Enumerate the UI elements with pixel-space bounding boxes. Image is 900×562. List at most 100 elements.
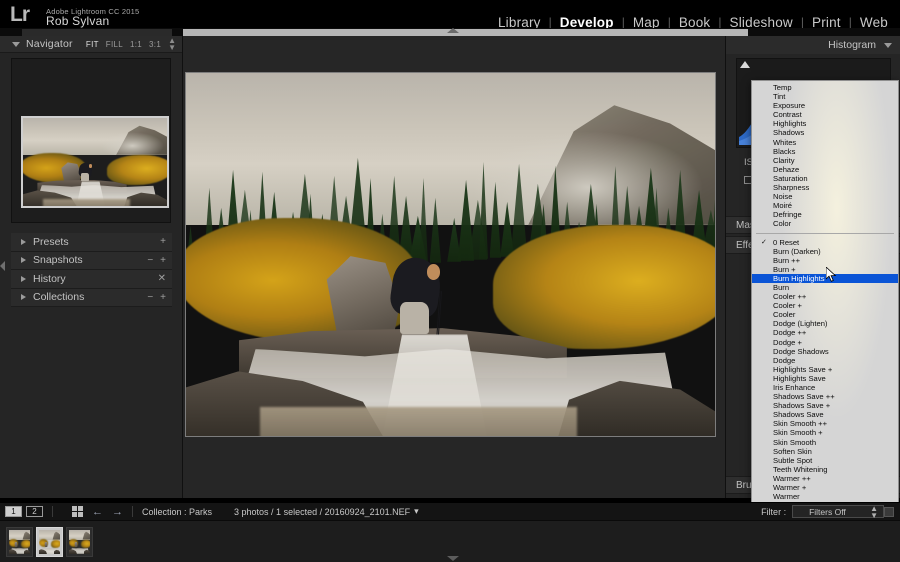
menu-item[interactable]: Iris Enhance [752,383,898,392]
navigator-header[interactable]: Navigator FIT FILL 1:1 3:1 ▲ ▼ [0,36,182,53]
menu-item[interactable]: Dehaze [752,165,898,174]
menu-item[interactable]: Highlights [752,119,898,128]
menu-item[interactable]: ✓ 0 Reset [752,238,898,247]
grid-view-icon[interactable] [72,506,83,517]
menu-item[interactable]: Clarity [752,156,898,165]
filmstrip-thumbnail[interactable] [6,526,33,557]
menu-item[interactable]: Skin Smooth ++ [752,419,898,428]
menu-item[interactable]: Temp [752,83,898,92]
forward-arrow-icon[interactable]: → [112,506,123,518]
menu-separator [756,232,894,234]
menu-item[interactable]: Burn ++ [752,256,898,265]
remove-icon[interactable]: − [147,255,153,266]
left-panel-collapse-arrow[interactable] [0,261,6,281]
menu-item[interactable]: Shadows Save ++ [752,392,898,401]
menu-item[interactable]: Tint [752,92,898,101]
top-panel-toggle-icon[interactable] [447,28,459,33]
menu-item-label: Burn (Darken) [773,246,821,256]
menu-item[interactable]: Warmer [752,492,898,501]
histogram-header[interactable]: Histogram [726,36,900,54]
navigator-thumbnail[interactable] [21,116,169,208]
left-section-snapshots[interactable]: Snapshots − + [11,251,172,270]
chevron-down-icon[interactable] [12,41,20,47]
left-section-history[interactable]: History ✕ [11,270,172,289]
menu-item-label: Cooler [773,310,796,320]
chevron-right-icon[interactable] [21,238,26,245]
menu-item[interactable]: Cooler [752,310,898,319]
menu-item[interactable]: Contrast [752,110,898,119]
navigator-zoom-1-1[interactable]: 1:1 [130,40,142,49]
menu-item[interactable]: Skin Smooth + [752,428,898,437]
menu-item[interactable]: Skin Smooth [752,438,898,447]
menu-item[interactable]: Blacks [752,147,898,156]
navigator-zoom-fill[interactable]: FILL [106,40,123,49]
menu-item[interactable]: Shadows Save + [752,401,898,410]
menu-item[interactable]: Sharpness [752,183,898,192]
filter-lock-icon[interactable] [884,506,894,517]
menu-item[interactable]: Dodge ++ [752,328,898,337]
menu-item[interactable]: Cooler + [752,301,898,310]
chevron-down-icon[interactable] [884,42,892,48]
left-section-controls[interactable]: + [160,236,166,247]
left-section-collections[interactable]: Collections − + [11,288,172,307]
menu-item[interactable]: Teeth Whitening [752,465,898,474]
menu-item[interactable]: Burn Highlights [752,273,898,283]
left-panel: Navigator FIT FILL 1:1 3:1 ▲ ▼ Presets + Snapsh… [0,36,183,529]
filmstrip-thumbnail[interactable] [36,526,63,557]
menu-item[interactable]: Moiré [752,201,898,210]
clear-icon[interactable]: ✕ [158,273,166,284]
chevron-right-icon[interactable] [21,257,26,264]
collection-label[interactable]: Collection : Parks [142,507,212,517]
menu-item[interactable]: Defringe [752,210,898,219]
add-icon[interactable]: + [160,292,166,303]
menu-item[interactable]: Highlights Save + [752,365,898,374]
menu-item[interactable]: Shadows Save [752,410,898,419]
photo-info-caret-icon[interactable]: ▾ [414,506,419,517]
menu-item[interactable]: Color [752,219,898,228]
left-section-label: History [33,272,66,285]
menu-item[interactable]: Dodge Shadows [752,347,898,356]
menu-item[interactable]: Whites [752,138,898,147]
navigator-zoom-fit[interactable]: FIT [86,40,99,49]
menu-item[interactable]: Dodge (Lighten) [752,319,898,328]
menu-item[interactable]: Warmer + [752,483,898,492]
filmstrip-collapse-icon[interactable] [447,556,459,561]
menu-item[interactable]: Burn + [752,265,898,274]
navigator-zoom-stepper-icon[interactable]: ▲ ▼ [168,37,176,52]
menu-item[interactable]: Soften Skin [752,447,898,456]
menu-item[interactable]: Burn [752,283,898,292]
menu-item[interactable]: Burn (Darken) [752,247,898,256]
menu-item[interactable]: Exposure [752,101,898,110]
navigator-zoom-levels[interactable]: FIT FILL 1:1 3:1 ▲ ▼ [86,37,176,52]
menu-item[interactable]: Saturation [752,174,898,183]
left-section-presets[interactable]: Presets + [11,233,172,252]
back-arrow-icon[interactable]: ← [92,506,103,518]
shadow-clipping-icon[interactable] [740,61,750,68]
effect-preset-dropdown-menu[interactable]: Temp Tint Exposure Contrast Highlights Shadow… [751,80,899,535]
menu-item[interactable]: Shadows [752,128,898,137]
add-icon[interactable]: + [160,255,166,266]
navigator-zoom-3-1[interactable]: 3:1 [149,40,161,49]
left-section-controls[interactable]: − + [147,292,166,303]
menu-item[interactable]: Noise [752,192,898,201]
center-left-grip[interactable] [176,261,182,281]
menu-item[interactable]: Highlights Save [752,374,898,383]
monitor-1-button[interactable]: 1 [5,506,22,517]
photo-preview[interactable] [185,72,716,437]
menu-item[interactable]: Dodge [752,356,898,365]
menu-item[interactable]: Cooler ++ [752,292,898,301]
add-icon[interactable]: + [160,236,166,247]
left-section-controls[interactable]: ✕ [158,273,166,284]
remove-icon[interactable]: − [147,292,153,303]
left-panel-sections[interactable]: Presets + Snapshots − + History ✕ Collections − + [11,233,172,307]
chevron-right-icon[interactable] [21,275,26,282]
monitor-2-button[interactable]: 2 [26,506,43,517]
chevron-right-icon[interactable] [21,294,26,301]
module-separator: | [621,15,625,29]
menu-item[interactable]: Warmer ++ [752,474,898,483]
filmstrip-thumbnail[interactable] [66,526,93,557]
left-section-controls[interactable]: − + [147,255,166,266]
menu-item[interactable]: Dodge + [752,338,898,347]
menu-item[interactable]: Subtle Spot [752,456,898,465]
filter-stepper-icon[interactable]: ▲ ▼ [870,504,878,519]
